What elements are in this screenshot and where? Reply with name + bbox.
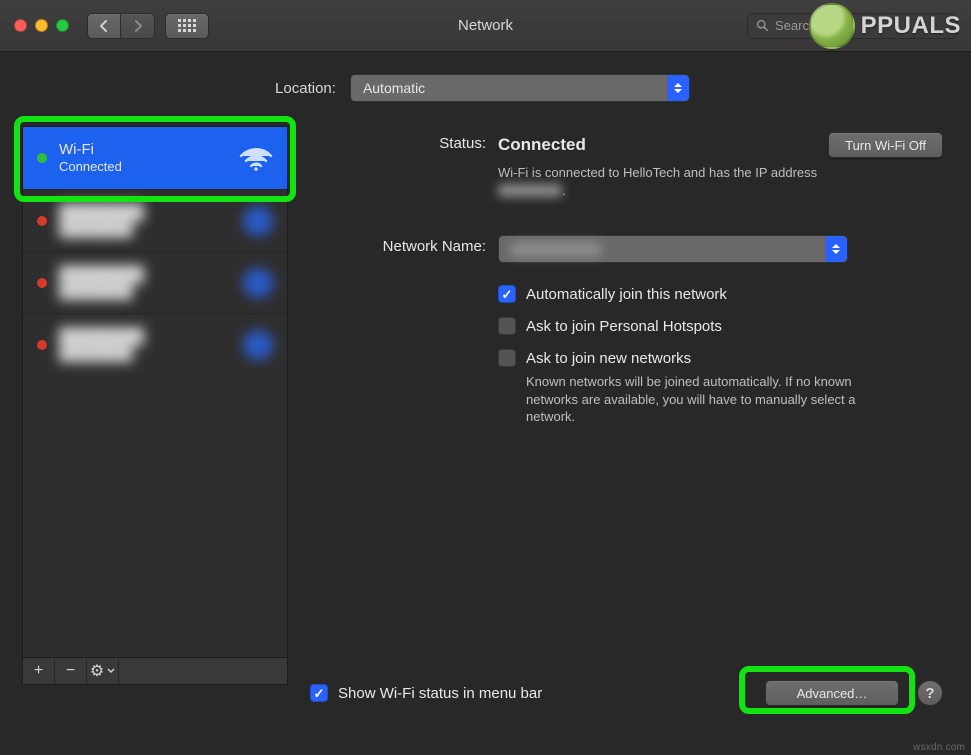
detail-pane: Status: Connected Turn Wi-Fi Off Wi-Fi i…	[310, 126, 943, 706]
titlebar: Network Search PPUALS	[0, 0, 971, 52]
popup-stepper-icon	[825, 236, 847, 262]
advanced-button[interactable]: Advanced…	[765, 680, 899, 706]
checkbox-icon	[498, 285, 516, 303]
status-dot-icon	[37, 278, 47, 288]
status-dot-icon	[37, 153, 47, 163]
interface-icon	[243, 268, 273, 298]
gear-icon: ⚙︎	[90, 661, 104, 681]
zoom-window-button[interactable]	[56, 19, 69, 32]
help-button[interactable]: ?	[917, 680, 943, 706]
ask-new-checkbox[interactable]: Ask to join new networks	[498, 349, 943, 367]
sidebar-item-redacted[interactable]: ████████████████	[23, 189, 287, 251]
show-menu-checkbox[interactable]: Show Wi-Fi status in menu bar	[310, 684, 542, 702]
remove-interface-button[interactable]: −	[55, 658, 87, 684]
nav-back-forward	[87, 13, 155, 39]
close-window-button[interactable]	[14, 19, 27, 32]
ask-hotspot-checkbox[interactable]: Ask to join Personal Hotspots	[498, 317, 943, 335]
interfaces-sidebar: Wi-Fi Connected █████████████	[22, 126, 288, 685]
search-icon	[756, 19, 769, 32]
content-area: Location: Automatic Wi-Fi Connected	[0, 52, 971, 706]
grid-icon	[178, 19, 196, 32]
ask-hotspot-label: Ask to join Personal Hotspots	[526, 318, 722, 335]
minimize-window-button[interactable]	[35, 19, 48, 32]
search-placeholder: Search	[775, 18, 816, 33]
status-dot-icon	[37, 216, 47, 226]
location-label: Location:	[275, 80, 336, 97]
checkbox-icon	[498, 349, 516, 367]
ask-new-description: Known networks will be joined automatica…	[526, 373, 876, 426]
sidebar-item-redacted[interactable]: ████████████████	[23, 313, 287, 375]
chevron-right-icon	[133, 20, 143, 32]
auto-join-label: Automatically join this network	[526, 286, 727, 303]
source-watermark: wsxdn.com	[913, 742, 965, 753]
sidebar-item-wifi[interactable]: Wi-Fi Connected	[23, 127, 287, 189]
status-dot-icon	[37, 340, 47, 350]
sidebar-item-text: Wi-Fi Connected	[59, 141, 122, 175]
sidebar-item-sub: Connected	[59, 159, 122, 175]
chevron-down-icon	[107, 668, 115, 674]
interface-actions-button[interactable]: ⚙︎	[87, 658, 119, 684]
ask-new-label: Ask to join new networks	[526, 350, 691, 367]
network-name-popup[interactable]	[498, 235, 848, 263]
redacted-ssid	[511, 242, 601, 257]
sidebar-wrap: Wi-Fi Connected █████████████	[22, 126, 288, 685]
show-menu-label: Show Wi-Fi status in menu bar	[338, 685, 542, 702]
sidebar-footer: + − ⚙︎	[23, 657, 287, 684]
network-name-label: Network Name:	[310, 235, 486, 255]
show-all-button[interactable]	[165, 13, 209, 39]
popup-stepper-icon	[667, 75, 689, 101]
add-interface-button[interactable]: +	[23, 658, 55, 684]
wifi-icon	[239, 145, 273, 171]
interface-icon	[243, 330, 273, 360]
interface-icon	[243, 206, 273, 236]
sidebar-item-redacted[interactable]: ████████████████	[23, 251, 287, 313]
location-value: Automatic	[363, 80, 425, 96]
checkbox-icon	[498, 317, 516, 335]
location-popup[interactable]: Automatic	[350, 74, 690, 102]
auto-join-checkbox[interactable]: Automatically join this network	[498, 285, 943, 303]
window-controls	[14, 19, 69, 32]
location-row: Location: Automatic	[22, 74, 943, 102]
redacted-ip	[498, 184, 562, 197]
turn-wifi-off-button[interactable]: Turn Wi-Fi Off	[828, 132, 943, 158]
status-description: Wi-Fi is connected to HelloTech and has …	[498, 164, 858, 199]
search-field[interactable]: Search	[747, 13, 957, 39]
chevron-left-icon	[99, 20, 109, 32]
checkbox-icon	[310, 684, 328, 702]
forward-button[interactable]	[121, 13, 155, 39]
status-label: Status:	[310, 132, 486, 152]
bottom-bar: Show Wi-Fi status in menu bar Advanced… …	[310, 680, 943, 706]
sidebar-item-name: Wi-Fi	[59, 141, 122, 159]
back-button[interactable]	[87, 13, 121, 39]
status-value: Connected	[498, 135, 586, 155]
